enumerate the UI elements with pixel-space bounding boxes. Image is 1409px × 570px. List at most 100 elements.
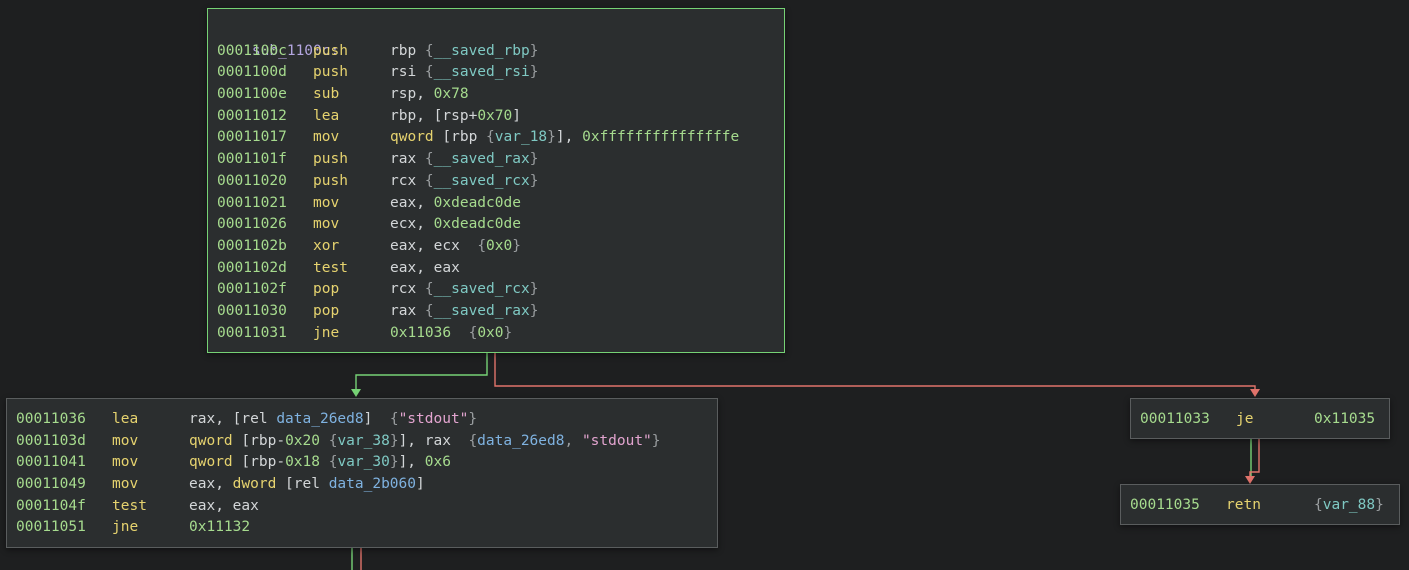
operand-token[interactable]: 0xfffffffffffffffe xyxy=(582,129,739,145)
instruction-operands[interactable]: rsi {__saved_rsi} xyxy=(390,64,538,80)
instruction-address[interactable]: 0001102f xyxy=(217,279,313,301)
instruction-row[interactable]: 00011030 pop rax {__saved_rax} xyxy=(217,301,775,323)
instruction-mnemonic[interactable]: retn xyxy=(1226,495,1314,517)
operand-token[interactable]: __saved_rax xyxy=(434,151,530,167)
instruction-row[interactable]: 0001100d push rsi {__saved_rsi} xyxy=(217,62,775,84)
basic-block-11035[interactable]: 00011035 retn {var_88} xyxy=(1120,484,1400,525)
instruction-mnemonic[interactable]: sub xyxy=(313,84,390,106)
instruction-mnemonic[interactable]: push xyxy=(313,62,390,84)
instruction-row[interactable]: 00011021 mov eax, 0xdeadc0de xyxy=(217,193,775,215)
instruction-operands[interactable]: qword [rbp-0x20 {var_38}], rax {data_26e… xyxy=(189,433,661,449)
instruction-address[interactable]: 00011031 xyxy=(217,323,313,345)
instruction-address[interactable]: 0001100e xyxy=(217,84,313,106)
instruction-mnemonic[interactable]: push xyxy=(313,41,390,63)
instruction-row[interactable]: 00011012 lea rbp, [rsp+0x70] xyxy=(217,106,775,128)
instruction-operands[interactable]: eax, dword [rel data_2b060] xyxy=(189,476,425,492)
instruction-address[interactable]: 0001101f xyxy=(217,149,313,171)
instruction-mnemonic[interactable]: push xyxy=(313,149,390,171)
instruction-operands[interactable]: eax, ecx {0x0} xyxy=(390,238,521,254)
instruction-row[interactable]: 00011035 retn {var_88} xyxy=(1130,495,1390,517)
instruction-operands[interactable]: 0x11036 {0x0} xyxy=(390,325,512,341)
instruction-address[interactable]: 00011036 xyxy=(16,409,112,431)
instruction-address[interactable]: 0001100d xyxy=(217,62,313,84)
operand-token[interactable]: 0x18 xyxy=(285,454,329,470)
basic-block-sub_1100c[interactable]: sub_1100c: 0001100c push rbp {__saved_rbp}… xyxy=(207,8,785,353)
instruction-operands[interactable]: rsp, 0x78 xyxy=(390,86,469,102)
operand-token[interactable]: 0xdeadc0de xyxy=(434,195,521,211)
instruction-operands[interactable]: eax, 0xdeadc0de xyxy=(390,195,521,211)
instruction-row[interactable]: 00011031 jne 0x11036 {0x0} xyxy=(217,323,775,345)
instruction-row[interactable]: 00011051 jne 0x11132 xyxy=(16,517,708,539)
operand-token[interactable]: 0x70 xyxy=(477,108,512,124)
instruction-mnemonic[interactable]: mov xyxy=(313,214,390,236)
instruction-address[interactable]: 0001103d xyxy=(16,431,112,453)
instruction-operands[interactable]: rax {__saved_rax} xyxy=(390,303,538,319)
instruction-row[interactable]: 00011033 je 0x11035 xyxy=(1140,409,1380,431)
instruction-operands[interactable]: rbp {__saved_rbp} xyxy=(390,43,538,59)
instruction-row[interactable]: 00011026 mov ecx, 0xdeadc0de xyxy=(217,214,775,236)
instruction-address[interactable]: 0001102d xyxy=(217,258,313,280)
operand-token[interactable]: var_18 xyxy=(495,129,547,145)
basic-block-11036[interactable]: 00011036 lea rax, [rel data_26ed8] {"stdou… xyxy=(6,398,718,548)
instruction-row[interactable]: 0001100c push rbp {__saved_rbp} xyxy=(217,41,775,63)
instruction-operands[interactable]: rcx {__saved_rcx} xyxy=(390,281,538,297)
operand-token[interactable]: 0x20 xyxy=(285,433,329,449)
instruction-operands[interactable]: rax {__saved_rax} xyxy=(390,151,538,167)
operand-token[interactable]: 0x78 xyxy=(434,86,469,102)
instruction-mnemonic[interactable]: mov xyxy=(112,452,189,474)
instruction-address[interactable]: 0001104f xyxy=(16,496,112,518)
instruction-operands[interactable]: qword [rbp {var_18}], 0xfffffffffffffffe xyxy=(390,129,739,145)
operand-token[interactable]: data_26ed8 xyxy=(276,411,363,427)
instruction-operands[interactable]: eax, eax xyxy=(390,260,460,276)
operand-token[interactable]: 0x6 xyxy=(425,454,451,470)
instruction-address[interactable]: 00011035 xyxy=(1130,495,1226,517)
operand-token[interactable]: __saved_rcx xyxy=(434,173,530,189)
instruction-mnemonic[interactable]: mov xyxy=(313,193,390,215)
instruction-operands[interactable]: 0x11035 xyxy=(1314,411,1375,427)
instruction-address[interactable]: 00011030 xyxy=(217,301,313,323)
instruction-mnemonic[interactable]: pop xyxy=(313,301,390,323)
instruction-operands[interactable]: eax, eax xyxy=(189,498,259,514)
instruction-mnemonic[interactable]: je xyxy=(1236,409,1314,431)
instruction-row[interactable]: 0001104f test eax, eax xyxy=(16,496,708,518)
instruction-mnemonic[interactable]: pop xyxy=(313,279,390,301)
instruction-row[interactable]: 00011049 mov eax, dword [rel data_2b060] xyxy=(16,474,708,496)
instruction-address[interactable]: 00011041 xyxy=(16,452,112,474)
operand-token[interactable]: data_26ed8 xyxy=(477,433,564,449)
instruction-operands[interactable]: rcx {__saved_rcx} xyxy=(390,173,538,189)
instruction-address[interactable]: 00011049 xyxy=(16,474,112,496)
operand-token[interactable]: 0x0 xyxy=(486,238,512,254)
instruction-row[interactable]: 0001102b xor eax, ecx {0x0} xyxy=(217,236,775,258)
instruction-address[interactable]: 0001100c xyxy=(217,41,313,63)
operand-token[interactable]: __saved_rax xyxy=(434,303,530,319)
instruction-row[interactable]: 00011036 lea rax, [rel data_26ed8] {"stdou… xyxy=(16,409,708,431)
instruction-address[interactable]: 00011021 xyxy=(217,193,313,215)
instruction-row[interactable]: 00011041 mov qword [rbp-0x18 {var_30}], 0x… xyxy=(16,452,708,474)
operand-token[interactable]: var_30 xyxy=(337,454,389,470)
operand-token[interactable]: __saved_rbp xyxy=(434,43,530,59)
operand-token[interactable]: __saved_rcx xyxy=(434,281,530,297)
instruction-mnemonic[interactable]: xor xyxy=(313,236,390,258)
instruction-mnemonic[interactable]: push xyxy=(313,171,390,193)
instruction-mnemonic[interactable]: mov xyxy=(112,431,189,453)
operand-token[interactable]: __saved_rsi xyxy=(434,64,530,80)
instruction-address[interactable]: 00011012 xyxy=(217,106,313,128)
instruction-row[interactable]: 0001103d mov qword [rbp-0x20 {var_38}], ra… xyxy=(16,431,708,453)
instruction-row[interactable]: 0001102f pop rcx {__saved_rcx} xyxy=(217,279,775,301)
instruction-address[interactable]: 00011020 xyxy=(217,171,313,193)
instruction-row[interactable]: 0001101f push rax {__saved_rax} xyxy=(217,149,775,171)
operand-token[interactable]: data_2b060 xyxy=(329,476,416,492)
basic-block-11033[interactable]: 00011033 je 0x11035 xyxy=(1130,398,1390,439)
instruction-mnemonic[interactable]: mov xyxy=(112,474,189,496)
instruction-address[interactable]: 00011033 xyxy=(1140,409,1236,431)
instruction-operands[interactable]: {var_88} xyxy=(1314,497,1384,513)
instruction-operands[interactable]: 0x11132 xyxy=(189,519,250,535)
instruction-row[interactable]: 0001102d test eax, eax xyxy=(217,258,775,280)
instruction-operands[interactable]: rax, [rel data_26ed8] {"stdout"} xyxy=(189,411,477,427)
operand-token[interactable]: var_88 xyxy=(1323,497,1375,513)
operand-token[interactable]: 0x11035 xyxy=(1314,411,1375,427)
instruction-mnemonic[interactable]: jne xyxy=(313,323,390,345)
instruction-row[interactable]: 00011020 push rcx {__saved_rcx} xyxy=(217,171,775,193)
operand-token[interactable]: 0xdeadc0de xyxy=(434,216,521,232)
instruction-mnemonic[interactable]: lea xyxy=(112,409,189,431)
